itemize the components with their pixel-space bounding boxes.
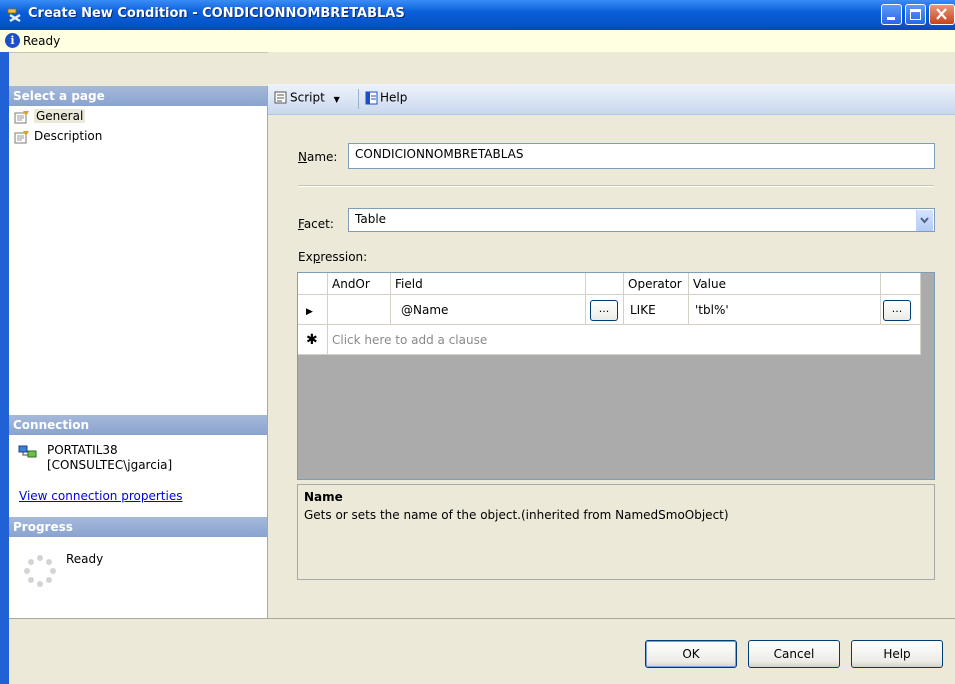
column-header-field-button [586, 273, 624, 295]
status-bar: i Ready [0, 30, 955, 53]
name-value: CONDICIONNOMBRETABLAS [355, 147, 524, 161]
row-selector[interactable]: ▶ [298, 295, 328, 325]
ok-button[interactable]: OK [645, 640, 737, 668]
connection-info: PORTATIL38 [CONSULTEC\jgarcia] [47, 443, 172, 473]
page-selector-panel [9, 86, 268, 618]
cell-field-button: ... [586, 295, 624, 325]
condition-app-icon [7, 8, 21, 23]
help-toolbar-button[interactable]: Help [364, 90, 407, 106]
page-item-label: Description [34, 129, 103, 143]
value-ellipsis-button[interactable]: ... [883, 300, 911, 321]
page-icon [14, 130, 30, 144]
dropdown-arrow-icon: ▼ [333, 94, 340, 104]
name-label: Name: [298, 150, 338, 164]
connection-server: PORTATIL38 [47, 443, 118, 457]
column-header-value-button [881, 273, 921, 295]
facet-dropdown-button[interactable] [916, 210, 933, 231]
help-button[interactable]: Help [851, 640, 943, 668]
script-icon [274, 91, 287, 104]
page-icon [14, 110, 30, 124]
cancel-button[interactable]: Cancel [748, 640, 840, 668]
chevron-down-icon [920, 217, 929, 224]
toolbar: Script ▼ Help [268, 84, 955, 115]
current-row-arrow-icon: ▶ [306, 307, 313, 317]
status-text: Ready [23, 34, 61, 48]
minimize-button[interactable] [881, 4, 902, 25]
new-row-selector[interactable]: ✱ [298, 325, 328, 355]
new-row-asterisk-icon: ✱ [306, 332, 318, 348]
property-description-panel: Name Gets or sets the name of the object… [297, 484, 935, 580]
column-header-value[interactable]: Value [689, 273, 881, 295]
page-item-description[interactable]: Description [14, 127, 102, 145]
title-bar[interactable]: Create New Condition - CONDICIONNOMBRETA… [0, 0, 955, 30]
facet-value: Table [355, 212, 387, 226]
separator [298, 185, 934, 187]
expression-label: Expression: [298, 250, 368, 264]
cell-field[interactable]: @Name [391, 295, 586, 325]
progress-header: Progress [9, 517, 267, 537]
cell-andor[interactable] [328, 295, 391, 325]
field-ellipsis-button[interactable]: ... [590, 300, 618, 321]
name-input[interactable]: CONDICIONNOMBRETABLAS [348, 143, 935, 169]
script-button[interactable]: Script ▼ [272, 90, 340, 106]
connection-header: Connection [9, 415, 267, 435]
cell-value[interactable]: 'tbl%' [689, 295, 881, 325]
column-header-field[interactable]: Field [391, 273, 586, 295]
expression-grid[interactable]: AndOr Field Operator Value ▶ @Name ... L… [297, 272, 935, 480]
facet-select[interactable]: Table [348, 208, 935, 232]
view-connection-properties-link[interactable]: View connection properties [19, 489, 182, 503]
script-label: Script [290, 90, 325, 105]
dialog-window: Create New Condition - CONDICIONNOMBRETA… [0, 0, 955, 684]
close-button[interactable] [929, 4, 955, 25]
toolbar-separator [358, 89, 359, 109]
cell-operator[interactable]: LIKE [624, 295, 689, 325]
page-item-general[interactable]: General [14, 107, 86, 125]
progress-spinner-icon [24, 555, 56, 587]
column-header-operator[interactable]: Operator [624, 273, 689, 295]
description-title: Name [304, 490, 343, 504]
connection-user: [CONSULTEC\jgarcia] [47, 458, 173, 472]
help-toolbar-label: Help [380, 90, 408, 105]
minimize-icon [887, 17, 895, 20]
close-icon [936, 8, 947, 20]
server-connection-icon [18, 445, 37, 458]
page-item-label: General [34, 109, 86, 123]
facet-label: Facet: [298, 217, 334, 231]
maximize-icon [910, 9, 921, 20]
column-header-andor[interactable]: AndOr [328, 273, 391, 295]
help-book-icon [365, 91, 378, 105]
description-text: Gets or sets the name of the object.(inh… [304, 508, 729, 522]
maximize-button[interactable] [905, 4, 926, 25]
add-clause-row[interactable]: Click here to add a clause [328, 325, 921, 355]
select-page-header: Select a page [9, 86, 267, 106]
info-icon: i [5, 33, 20, 48]
cell-value-button: ... [881, 295, 921, 325]
progress-status: Ready [66, 552, 104, 566]
window-title: Create New Condition - CONDICIONNOMBRETA… [28, 6, 405, 21]
grid-corner-header [298, 273, 328, 295]
window-left-border [0, 52, 9, 684]
